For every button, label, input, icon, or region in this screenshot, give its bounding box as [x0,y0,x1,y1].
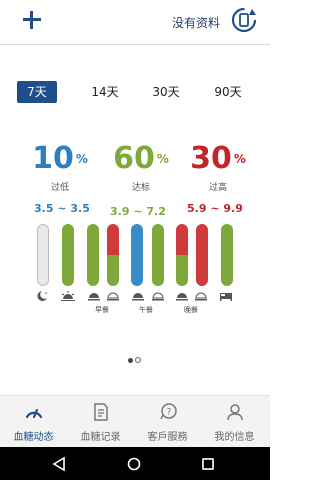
tab-7-days[interactable]: 7天 [17,81,57,103]
support-icon: ? [160,403,177,420]
back-icon[interactable] [52,457,66,471]
nav-glucose-records[interactable]: 血糖记录 [67,396,134,448]
high-label: 过高 [208,183,227,193]
bar-segment-high [196,224,208,286]
reading-bar [37,224,49,286]
target-range: 3.9 ~ 7.2 [110,205,166,218]
high-range: 5.9 ~ 9.9 [187,202,243,215]
reading-bar [221,224,233,286]
low-label: 过低 [50,183,69,193]
stat-low: 10% 过低 [20,141,100,194]
recents-icon[interactable] [201,457,215,471]
svg-text:?: ? [167,408,172,418]
tab-30-days[interactable]: 30天 [146,81,186,103]
sync-phone-icon[interactable] [230,6,258,34]
dinner-label: 晚餐 [184,306,198,314]
nav-my-info[interactable]: 我的信息 [201,396,268,448]
no-data-label: 没有资料 [171,16,220,30]
reading-bar [176,224,188,286]
add-icon[interactable] [20,8,44,32]
reading-bar [87,224,99,286]
high-percent: 30% [190,141,246,176]
bar-segment-target [176,255,188,286]
bar-segment-target [152,224,164,286]
plate-icon [88,293,100,301]
nav-label: 血糖记录 [80,432,121,443]
reading-bar [196,224,208,286]
person-icon [227,404,243,421]
screen: 没有资料 7天 14天 30天 90天 10% 过低 60% 达标 30% 过高… [0,0,270,480]
lunch-label: 午餐 [139,306,153,314]
page-dot [135,357,141,363]
stat-high: 30% 过高 [178,141,258,194]
bar-segment-target [221,224,233,286]
top-bar: 没有资料 [0,0,270,45]
target-label: 达标 [131,183,150,193]
plate-icon [132,293,144,301]
moon-icon [37,291,47,301]
sunrise-icon [61,291,75,301]
bar-segment-target [107,255,119,286]
stat-target: 60% 达标 [101,141,181,194]
bed-icon [220,293,232,301]
nav-glucose-dynamics[interactable]: 血糖动态 [0,396,67,448]
page-dot-active [128,358,133,363]
bar-segment-target [87,224,99,286]
reading-bar [152,224,164,286]
period-selector: 7天 14天 30天 90天 [17,81,251,103]
bottom-nav: 血糖动态 血糖记录 ? 客戶服務 我的信息 [0,395,270,448]
plate-icon [176,293,188,301]
system-nav-bar [0,447,270,480]
nav-label: 客戶服務 [147,432,188,443]
target-percent: 60% [113,141,169,176]
reading-bar [131,224,143,286]
low-percent: 10% [32,141,88,176]
bar-segment-high [107,224,119,255]
nav-customer-service[interactable]: ? 客戶服務 [134,396,201,448]
tab-90-days[interactable]: 90天 [208,81,248,103]
plate-after-icon [195,292,207,301]
home-icon[interactable] [127,457,141,471]
gauge-icon [25,408,43,419]
nav-label: 血糖动态 [13,432,54,443]
bar-segment-low [131,224,143,286]
low-range: 3.5 ~ 3.5 [34,202,90,215]
bar-segment-target [62,224,74,286]
reading-bar [107,224,119,286]
reading-bar [62,224,74,286]
nav-label: 我的信息 [214,432,255,443]
bar-segment-high [176,224,188,255]
breakfast-label: 早餐 [95,306,109,314]
plate-after-icon [107,292,119,301]
plate-after-icon [152,292,164,301]
tab-14-days[interactable]: 14天 [85,81,125,103]
document-icon [94,403,108,421]
page-indicator [128,348,143,367]
